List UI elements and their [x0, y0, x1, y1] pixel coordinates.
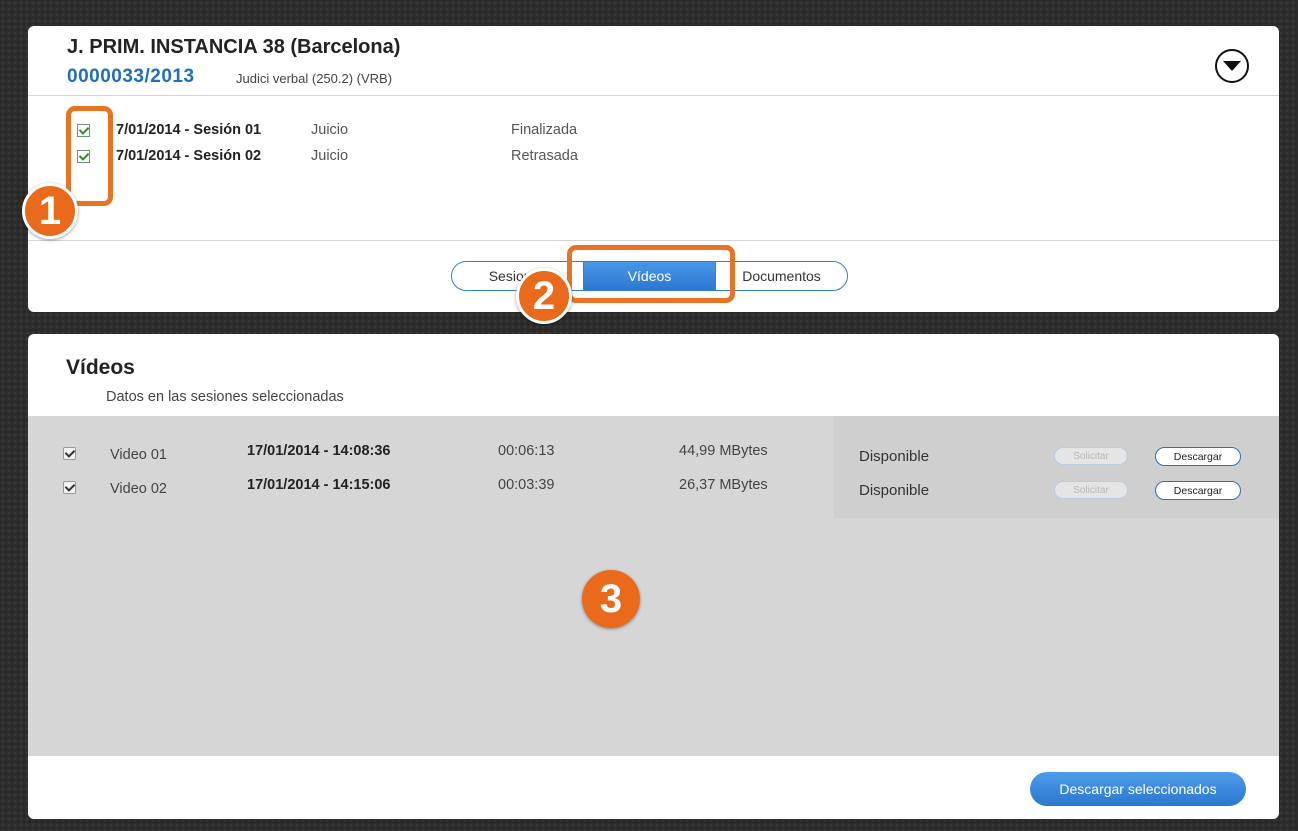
section-subtitle: Datos en las sesiones seleccionadas [106, 389, 344, 405]
callout-badge: 2 [516, 268, 572, 324]
request-button[interactable]: Solicitar [1054, 447, 1128, 465]
callout-badge: 1 [22, 183, 78, 239]
video-size: 26,37 MBytes [679, 477, 768, 493]
case-number-link[interactable]: 0000033/2013 [67, 66, 195, 88]
video-name: Video 02 [110, 481, 167, 497]
session-type: Juicio [311, 122, 349, 138]
callout-badge: 3 [582, 570, 640, 628]
download-button[interactable]: Descargar [1155, 447, 1241, 466]
video-checkbox[interactable] [63, 447, 76, 460]
section-title: Vídeos [66, 356, 135, 379]
request-button[interactable]: Solicitar [1054, 481, 1128, 499]
video-duration: 00:06:13 [498, 443, 555, 459]
video-status: Disponible [859, 482, 930, 499]
callout-highlight-checkboxes [66, 106, 113, 206]
video-duration: 00:03:39 [498, 477, 555, 493]
download-button[interactable]: Descargar [1155, 481, 1241, 500]
videos-panel: Vídeos Datos en las sesiones seleccionad… [28, 334, 1279, 819]
status-column-bg [834, 416, 1279, 518]
session-date: 7/01/2014 - Sesión 02 [116, 148, 262, 164]
divider [28, 95, 1279, 96]
callout-highlight-videos-tab [567, 245, 735, 303]
video-size: 44,99 MBytes [679, 443, 768, 459]
video-row: Video 01 17/01/2014 - 14:08:36 00:06:13 … [28, 443, 1279, 467]
session-status: Finalizada [511, 122, 578, 138]
divider [28, 240, 1279, 241]
tab-documentos[interactable]: Documentos [716, 262, 847, 290]
video-checkbox[interactable] [63, 481, 76, 494]
session-status: Retrasada [511, 148, 578, 164]
session-type: Juicio [311, 148, 349, 164]
video-datetime: 17/01/2014 - 14:15:06 [247, 477, 391, 493]
case-type: Judici verbal (250.2) (VRB) [236, 71, 393, 86]
chevron-down-icon[interactable] [1215, 49, 1249, 83]
video-name: Video 01 [110, 447, 167, 463]
download-selected-button[interactable]: Descargar seleccionados [1030, 772, 1246, 806]
video-row: Video 02 17/01/2014 - 14:15:06 00:03:39 … [28, 477, 1279, 501]
court-title: J. PRIM. INSTANCIA 38 (Barcelona) [67, 36, 401, 58]
video-datetime: 17/01/2014 - 14:08:36 [247, 443, 391, 459]
video-list: Video 01 17/01/2014 - 14:08:36 00:06:13 … [28, 416, 1279, 756]
session-date: 7/01/2014 - Sesión 01 [116, 122, 262, 138]
video-status: Disponible [859, 448, 930, 465]
